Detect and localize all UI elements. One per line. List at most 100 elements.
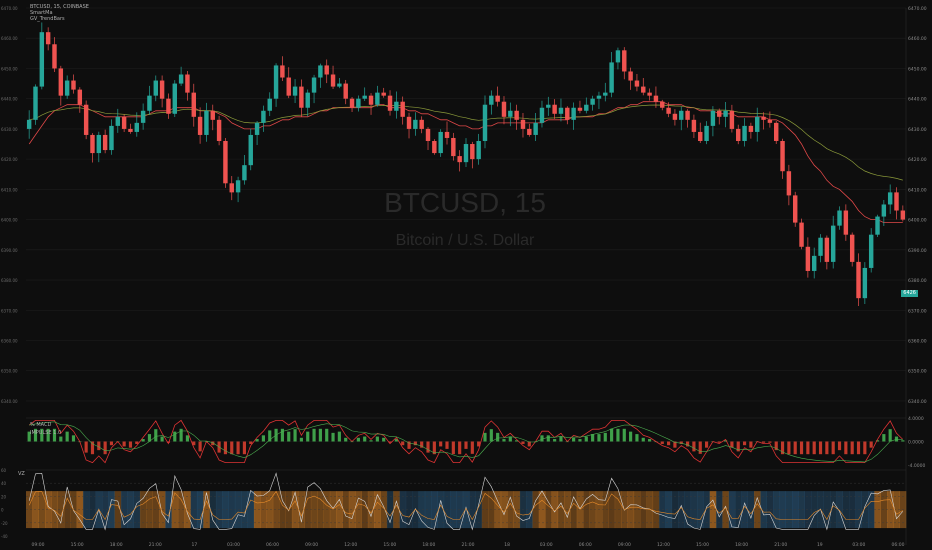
time-tick-label: 09:00 — [618, 542, 631, 548]
macd-histogram-bar — [761, 441, 766, 443]
candle-body — [609, 62, 614, 93]
time-tick-label: 15:00 — [71, 542, 84, 548]
macd-histogram-bar — [306, 431, 310, 442]
time-tick-label: 06:00 — [266, 542, 279, 548]
candle-body — [704, 125, 709, 141]
macd-histogram-bar — [230, 441, 234, 455]
candle-body — [349, 98, 355, 108]
candle-body — [216, 119, 222, 141]
candle-body — [552, 104, 557, 114]
macd-histogram-bar — [641, 437, 645, 442]
candle-body — [356, 98, 361, 108]
candle-body — [533, 122, 538, 135]
candle-body — [286, 77, 291, 96]
candle-body — [774, 122, 779, 141]
time-tick-label: 03:00 — [852, 542, 865, 548]
price-tick-label-right: 6400.00 — [908, 218, 927, 224]
price-tick-label-left: 6420.00 — [1, 157, 18, 162]
macd-histogram-bar — [622, 428, 626, 442]
candle-body — [261, 110, 266, 123]
price-tick-label-left: 6460.00 — [1, 36, 18, 41]
macd-histogram-bar — [103, 441, 107, 455]
price-tick-label-right: 6360.00 — [908, 338, 927, 344]
macd-histogram-bar — [65, 431, 69, 442]
price-tick-label-right: 6470.00 — [908, 6, 927, 12]
macd-histogram-bar — [489, 429, 493, 442]
candle-body — [584, 104, 589, 111]
time-tick-label: 17 — [191, 542, 197, 548]
chart-canvas[interactable]: BTCUSD, 15 Bitcoin / U.S. Dollar 6340.00… — [0, 0, 932, 550]
price-tick-label-right: 6340.00 — [908, 399, 927, 405]
candle-body — [571, 107, 576, 120]
price-tick-label-left: 6450.00 — [1, 66, 18, 71]
candle-body — [628, 71, 633, 81]
macd-histogram-bar — [458, 441, 462, 455]
candle-body — [590, 98, 595, 105]
macd-histogram-bar — [850, 441, 854, 455]
candle-body — [679, 110, 684, 120]
macd-histogram-bar — [882, 434, 886, 442]
price-tick-label-left: 6390.00 — [1, 248, 18, 253]
candle-body — [248, 134, 253, 166]
macd-histogram-bar — [540, 435, 544, 442]
macd-histogram-bar — [502, 439, 506, 442]
vz-tick-label: 20 — [1, 494, 7, 499]
macd-histogram-bar — [71, 435, 76, 442]
candle-body — [394, 101, 399, 111]
time-tick-label: 06:00 — [579, 542, 592, 548]
candle-body — [527, 128, 532, 135]
macd-histogram-bar — [793, 441, 797, 455]
candle-body — [115, 116, 121, 126]
candle-body — [159, 80, 165, 99]
macd-histogram-bar — [787, 441, 791, 455]
candle-body — [254, 122, 260, 135]
candle-body — [172, 83, 177, 114]
macd-histogram-bar — [312, 428, 316, 442]
candle-body — [495, 95, 500, 102]
candle-body — [470, 144, 475, 160]
candle-body — [501, 101, 507, 117]
candle-body — [400, 101, 405, 117]
macd-tick-label: 4.0000 — [908, 416, 924, 422]
price-tick-label-left: 6350.00 — [1, 369, 18, 374]
chart-legend: BTCUSD, 15, COINBASE SmartMa GV_TrendBar… — [30, 4, 89, 22]
macd-histogram-bar — [559, 436, 563, 442]
time-tick-label: 06:00 — [892, 542, 905, 548]
macd-histogram-bar — [318, 428, 322, 442]
candle-body — [90, 134, 95, 154]
candle-body — [698, 131, 703, 141]
candle-body — [887, 192, 893, 205]
macd-histogram-bar — [616, 428, 620, 442]
time-tick-label: 18:00 — [735, 542, 748, 548]
impulse-label: IMPULSE 1.0 — [30, 430, 61, 436]
time-tick-label: 21:00 — [774, 542, 787, 548]
candle-body — [862, 267, 868, 299]
vz-label: VZ — [18, 471, 25, 477]
price-tick-label-left: 6370.00 — [1, 308, 18, 313]
candle-body — [451, 137, 456, 157]
candle-body — [77, 89, 83, 105]
time-tick-label: 12:00 — [344, 542, 357, 548]
candle-body — [603, 92, 608, 96]
macd-histogram-bar — [451, 441, 455, 455]
time-tick-label: 09:00 — [32, 542, 45, 548]
macd-histogram-bar — [496, 432, 500, 442]
macd-tick-label: 0.0000 — [908, 440, 924, 446]
candle-body — [799, 222, 804, 247]
time-tick-label: 09:00 — [305, 542, 318, 548]
candle-body — [83, 104, 89, 135]
watermark-description: Bitcoin / U.S. Dollar — [396, 232, 535, 249]
candle-body — [324, 65, 329, 75]
candle-body — [489, 95, 494, 105]
time-tick-label: 15:00 — [383, 542, 396, 548]
candle-body — [634, 80, 640, 87]
price-tick-label-right: 6450.00 — [908, 66, 927, 72]
candle-body — [58, 68, 64, 96]
candle-body — [691, 119, 697, 132]
vz-tick-label: -20 — [1, 521, 8, 526]
macd-histogram-bar — [337, 431, 341, 442]
candle-body — [109, 125, 114, 151]
candle-body — [792, 195, 798, 223]
macd-histogram-bar — [261, 435, 265, 442]
price-tick-label-right: 6440.00 — [908, 97, 927, 103]
